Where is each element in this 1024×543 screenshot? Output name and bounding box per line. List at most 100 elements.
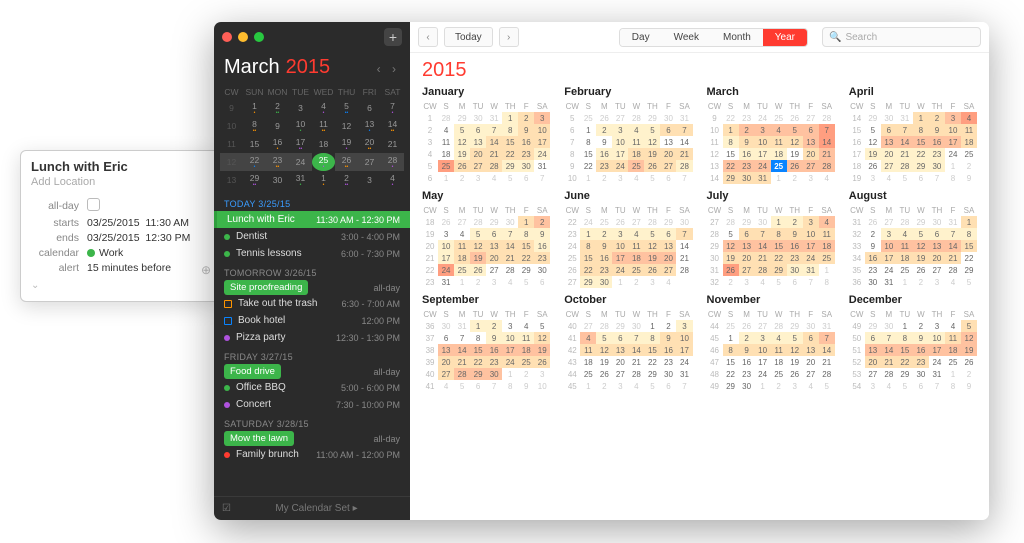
year-day[interactable]: 3 — [676, 320, 692, 332]
year-day[interactable]: 18 — [580, 356, 596, 368]
year-day[interactable]: 30 — [676, 216, 692, 228]
year-day[interactable]: 22 — [644, 356, 660, 368]
year-day[interactable]: 5 — [644, 380, 660, 392]
year-day[interactable]: 1 — [502, 368, 518, 380]
allday-checkbox[interactable] — [87, 198, 100, 211]
year-day[interactable]: 29 — [913, 160, 929, 172]
year-day[interactable]: 2 — [596, 380, 612, 392]
year-day[interactable]: 5 — [787, 124, 803, 136]
year-day[interactable]: 10 — [676, 332, 692, 344]
year-day[interactable]: 22 — [723, 160, 739, 172]
year-day[interactable]: 24 — [580, 216, 596, 228]
view-year[interactable]: Year — [763, 29, 807, 46]
year-day[interactable]: 29 — [961, 264, 977, 276]
year-day[interactable]: 2 — [739, 124, 755, 136]
mini-day[interactable]: 29•• — [243, 171, 266, 189]
month-september[interactable]: SeptemberCWSMTUWTHFSA3630311234537678910… — [422, 294, 550, 392]
year-day[interactable]: 17 — [929, 344, 945, 356]
year-day[interactable]: 27 — [755, 320, 771, 332]
year-day[interactable]: 26 — [865, 216, 881, 228]
year-day[interactable]: 30 — [913, 368, 929, 380]
year-day[interactable]: 12 — [534, 332, 550, 344]
year-day[interactable]: 26 — [913, 264, 929, 276]
year-day[interactable]: 15 — [897, 344, 913, 356]
year-day[interactable]: 3 — [739, 276, 755, 288]
year-day[interactable]: 4 — [438, 380, 454, 392]
year-day[interactable]: 28 — [771, 320, 787, 332]
mini-day[interactable]: 25• — [312, 153, 335, 171]
year-day[interactable]: 15 — [913, 136, 929, 148]
year-day[interactable]: 1 — [945, 160, 961, 172]
year-day[interactable]: 12 — [961, 332, 977, 344]
year-day[interactable]: 23 — [660, 356, 676, 368]
mini-day[interactable]: 15 — [243, 135, 266, 153]
year-day[interactable]: 1 — [913, 112, 929, 124]
year-day[interactable]: 19 — [470, 252, 486, 264]
year-day[interactable]: 24 — [755, 160, 771, 172]
year-day[interactable]: 10 — [612, 240, 628, 252]
year-day[interactable]: 4 — [945, 276, 961, 288]
mini-day[interactable]: 20•• — [358, 135, 381, 153]
year-day[interactable]: 27 — [739, 264, 755, 276]
year-day[interactable]: 8 — [897, 332, 913, 344]
year-day[interactable]: 23 — [865, 264, 881, 276]
year-day[interactable]: 3 — [486, 276, 502, 288]
year-day[interactable]: 6 — [660, 172, 676, 184]
year-day[interactable]: 17 — [945, 136, 961, 148]
year-day[interactable]: 2 — [961, 368, 977, 380]
year-day[interactable]: 26 — [644, 160, 660, 172]
year-day[interactable]: 2 — [787, 216, 803, 228]
year-day[interactable]: 9 — [787, 228, 803, 240]
year-day[interactable]: 29 — [865, 320, 881, 332]
year-day[interactable]: 3 — [612, 124, 628, 136]
year-day[interactable]: 27 — [612, 368, 628, 380]
year-day[interactable]: 7 — [929, 172, 945, 184]
year-day[interactable]: 6 — [929, 228, 945, 240]
year-day[interactable]: 1 — [580, 228, 596, 240]
year-day[interactable]: 28 — [470, 216, 486, 228]
year-day[interactable]: 16 — [596, 252, 612, 264]
year-day[interactable]: 31 — [881, 276, 897, 288]
year-day[interactable]: 7 — [486, 124, 502, 136]
year-day[interactable]: 18 — [771, 148, 787, 160]
year-day[interactable]: 1 — [470, 320, 486, 332]
year-day[interactable]: 4 — [454, 228, 470, 240]
year-day[interactable]: 9 — [913, 332, 929, 344]
year-day[interactable]: 12 — [723, 240, 739, 252]
mini-day[interactable]: 12 — [335, 117, 358, 135]
year-day[interactable]: 28 — [897, 216, 913, 228]
year-day[interactable]: 3 — [929, 320, 945, 332]
year-day[interactable]: 28 — [819, 368, 835, 380]
year-day[interactable]: 2 — [913, 320, 929, 332]
year-day[interactable]: 3 — [945, 112, 961, 124]
year-day[interactable]: 1 — [454, 276, 470, 288]
year-day[interactable]: 29 — [454, 112, 470, 124]
year-day[interactable]: 2 — [723, 276, 739, 288]
year-day[interactable]: 19 — [596, 356, 612, 368]
year-day[interactable]: 4 — [819, 216, 835, 228]
year-day[interactable]: 10 — [945, 124, 961, 136]
year-day[interactable]: 26 — [723, 264, 739, 276]
year-day[interactable]: 29 — [723, 380, 739, 392]
year-day[interactable]: 6 — [470, 124, 486, 136]
year-day[interactable]: 24 — [929, 356, 945, 368]
mini-day[interactable]: 10• — [289, 117, 312, 135]
year-day[interactable]: 9 — [929, 124, 945, 136]
year-day[interactable]: 8 — [644, 332, 660, 344]
year-day[interactable]: 26 — [787, 112, 803, 124]
year-day[interactable]: 25 — [723, 320, 739, 332]
month-december[interactable]: DecemberCWSMTUWTHFSA49293012345506789101… — [849, 294, 977, 392]
agenda-task[interactable]: Book hotel12:00 PM — [214, 312, 410, 329]
year-day[interactable]: 3 — [755, 124, 771, 136]
year-day[interactable]: 10 — [502, 332, 518, 344]
year-day[interactable]: 8 — [913, 124, 929, 136]
year-day[interactable]: 19 — [961, 344, 977, 356]
year-day[interactable]: 4 — [771, 124, 787, 136]
year-day[interactable]: 3 — [612, 380, 628, 392]
year-day[interactable]: 6 — [534, 276, 550, 288]
year-day[interactable]: 1 — [723, 332, 739, 344]
year-day[interactable]: 6 — [739, 228, 755, 240]
month-february[interactable]: FebruaryCWSMTUWTHFSA52526272829303161234… — [564, 86, 692, 184]
mini-day[interactable]: 3 — [289, 99, 312, 117]
year-day[interactable]: 19 — [865, 148, 881, 160]
